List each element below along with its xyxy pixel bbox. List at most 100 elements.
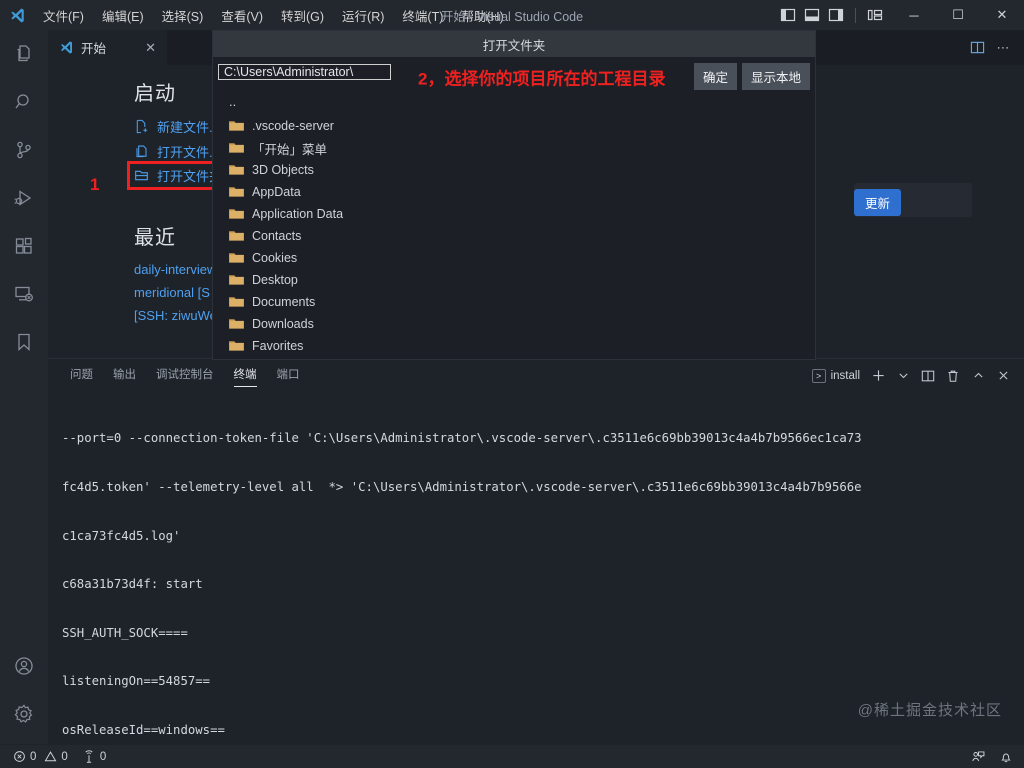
manage-settings-button[interactable] <box>0 690 48 738</box>
new-file-label: 新建文件... <box>157 120 220 135</box>
new-terminal-icon[interactable] <box>867 365 889 387</box>
extensions-icon <box>15 237 32 254</box>
chevron-down-icon[interactable] <box>892 365 914 387</box>
open-file-label: 打开文件... <box>157 145 220 160</box>
menu-help[interactable]: 帮助(H) <box>452 3 512 28</box>
customize-layout-icon[interactable] <box>864 4 886 26</box>
sidebar-item-extensions[interactable] <box>0 222 48 270</box>
menu-bar: 文件(F) 编辑(E) 选择(S) 查看(V) 转到(G) 运行(R) 终端(T… <box>34 3 513 28</box>
menu-view[interactable]: 查看(V) <box>212 3 272 28</box>
annotation-marker-1: 1 <box>90 175 100 194</box>
terminal-icon: > <box>811 368 826 383</box>
list-item[interactable]: 3D Objects <box>223 159 815 181</box>
confirm-button[interactable]: 确定 <box>693 63 737 90</box>
show-local-button[interactable]: 显示本地 <box>741 63 810 90</box>
list-item[interactable]: Downloads <box>223 313 815 335</box>
menu-edit[interactable]: 编辑(E) <box>93 3 153 28</box>
split-editor-icon[interactable] <box>966 37 988 59</box>
tab-output[interactable]: 输出 <box>103 359 146 392</box>
feedback-button[interactable] <box>964 745 992 768</box>
minimize-button[interactable]: ─ <box>892 0 936 30</box>
list-item-label: Application Data <box>252 207 344 221</box>
list-item[interactable]: AppData <box>223 181 815 203</box>
source-control-icon <box>17 141 31 159</box>
notifications-button[interactable] <box>992 745 1020 768</box>
path-input[interactable] <box>218 64 391 80</box>
tab-ports[interactable]: 端口 <box>267 359 310 392</box>
collapse-panel-icon[interactable] <box>967 365 989 387</box>
status-problems[interactable]: 0 0 <box>6 745 75 768</box>
maximize-button[interactable]: ☐ <box>936 0 980 30</box>
vscode-logo-icon <box>59 40 74 55</box>
list-item[interactable]: Favorites <box>223 335 815 357</box>
close-panel-icon[interactable] <box>992 365 1014 387</box>
menu-file[interactable]: 文件(F) <box>34 3 93 28</box>
status-ports[interactable]: 0 <box>75 745 113 768</box>
new-file-link[interactable]: 新建文件... <box>134 114 220 139</box>
open-file-link[interactable]: 打开文件... <box>134 139 220 164</box>
close-button[interactable]: ✕ <box>980 0 1024 30</box>
menu-selection[interactable]: 选择(S) <box>153 3 213 28</box>
tab-problems[interactable]: 问题 <box>60 359 103 392</box>
list-item[interactable]: Desktop <box>223 269 815 291</box>
list-item[interactable]: Documents <box>223 291 815 313</box>
sidebar-item-explorer[interactable] <box>0 30 48 78</box>
toggle-panel-icon[interactable] <box>801 4 823 26</box>
more-actions-icon[interactable]: ⋯ <box>992 37 1014 59</box>
terminal-tab-install[interactable]: > install <box>808 368 864 384</box>
menu-terminal[interactable]: 终端(T) <box>393 3 452 28</box>
editor-actions: ⋯ <box>956 30 1024 65</box>
list-item[interactable]: 「开始」菜单 <box>223 137 815 159</box>
tab-terminal[interactable]: 终端 <box>224 359 267 392</box>
error-icon <box>14 751 25 762</box>
list-item[interactable]: Contacts <box>223 225 815 247</box>
list-item-label: Contacts <box>252 229 302 243</box>
open-folder-icon <box>135 170 148 181</box>
menu-go[interactable]: 转到(G) <box>272 3 333 28</box>
folder-icon <box>229 275 244 285</box>
sidebar-item-bookmarks[interactable] <box>0 318 48 366</box>
folder-icon <box>229 231 244 241</box>
list-item[interactable]: .vscode-server <box>223 115 815 137</box>
folder-icon <box>229 319 244 329</box>
list-item-label: 3D Objects <box>252 163 314 177</box>
folder-icon <box>229 187 244 197</box>
status-bar-right <box>964 745 1024 768</box>
title-bar: 文件(F) 编辑(E) 选择(S) 查看(V) 转到(G) 运行(R) 终端(T… <box>0 0 1024 30</box>
folder-icon <box>229 253 244 263</box>
parent-directory-row[interactable]: .. <box>223 95 815 115</box>
kill-terminal-icon[interactable] <box>942 365 964 387</box>
terminal-line: fc4d5.token' --telemetry-level all *> 'C… <box>62 480 862 494</box>
accounts-button[interactable] <box>0 642 48 690</box>
menu-run[interactable]: 运行(R) <box>333 3 393 28</box>
feedback-icon <box>972 750 985 761</box>
new-file-icon <box>136 119 148 134</box>
sidebar-item-remote-explorer[interactable] <box>0 270 48 318</box>
update-button[interactable]: 更新 <box>854 189 902 216</box>
sidebar-item-search[interactable] <box>0 78 48 126</box>
list-item[interactable]: Application Data <box>223 203 815 225</box>
tab-welcome[interactable]: 开始 ✕ <box>48 30 168 65</box>
title-divider <box>855 7 856 23</box>
sidebar-item-run-debug[interactable] <box>0 174 48 222</box>
dialog-title: 打开文件夹 <box>213 31 815 57</box>
terminal-line: c1ca73fc4d5.log' <box>62 528 181 543</box>
list-item-label: Cookies <box>252 251 298 265</box>
terminal-output[interactable]: --port=0 --connection-token-file 'C:\Use… <box>48 392 1024 768</box>
toggle-secondary-sidebar-icon[interactable] <box>825 4 847 26</box>
tab-debug-console[interactable]: 调试控制台 <box>146 359 224 392</box>
tab-close-icon[interactable]: ✕ <box>131 40 156 56</box>
list-item[interactable]: Cookies <box>223 247 815 269</box>
split-terminal-icon[interactable] <box>917 365 939 387</box>
bell-icon <box>1001 753 1011 762</box>
files-icon <box>17 45 30 62</box>
sidebar-item-source-control[interactable] <box>0 126 48 174</box>
open-file-icon <box>136 145 147 158</box>
toggle-primary-sidebar-icon[interactable] <box>777 4 799 26</box>
account-icon <box>15 657 33 675</box>
list-item-label: Desktop <box>252 273 298 287</box>
list-item-label: Favorites <box>252 339 304 353</box>
panel-header: 问题 输出 调试控制台 终端 端口 > install <box>48 359 1024 392</box>
remote-explorer-icon <box>15 286 33 302</box>
run-debug-icon <box>14 190 32 206</box>
